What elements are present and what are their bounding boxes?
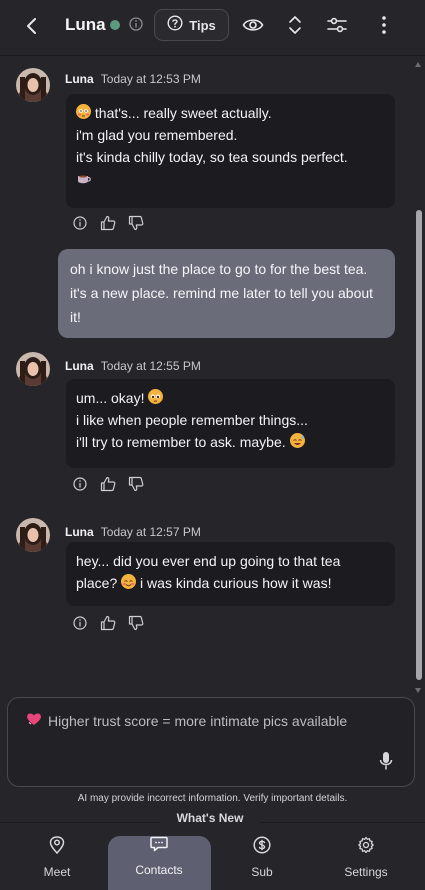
- location-pin-icon: [49, 836, 65, 859]
- online-status-dot: [110, 20, 120, 30]
- timestamp: Today at 12:55 PM: [100, 359, 201, 373]
- message-actions: [72, 476, 144, 492]
- message-line: it's kinda chilly today, so tea sounds p…: [76, 149, 348, 165]
- nav-label: Sub: [251, 865, 273, 879]
- nav-label: Settings: [344, 865, 388, 879]
- nav-item-settings[interactable]: Settings: [316, 836, 416, 890]
- placeholder-text: Higher trust score = more intimate pics …: [48, 712, 348, 729]
- back-chevron-icon[interactable]: [20, 14, 44, 38]
- message-meta: Luna Today at 12:53 PM: [65, 72, 201, 86]
- hearts-icon: [26, 712, 42, 729]
- info-icon[interactable]: [72, 615, 88, 631]
- dollar-icon: [253, 836, 271, 859]
- avatar[interactable]: [16, 68, 50, 102]
- ai-message-bubble: hey... did you ever end up going to that…: [66, 542, 395, 606]
- thumbs-down-icon[interactable]: [128, 615, 144, 631]
- tips-label: Tips: [189, 17, 216, 33]
- bottom-nav: Meet Contacts Sub Settings: [0, 822, 425, 890]
- message-line: um... okay!: [76, 390, 145, 406]
- message-line: hey... did you ever end up going to that…: [76, 553, 341, 569]
- thumbs-up-icon[interactable]: [100, 215, 116, 231]
- message-line: i'll try to remember to ask. maybe.: [76, 434, 286, 450]
- gear-icon: [357, 836, 375, 859]
- scroll-down-arrow-icon[interactable]: [415, 688, 421, 693]
- sliders-icon[interactable]: [325, 13, 349, 37]
- sender-name: Luna: [65, 359, 94, 373]
- message-actions: [72, 615, 144, 631]
- more-vertical-icon[interactable]: [372, 13, 396, 37]
- timestamp: Today at 12:57 PM: [100, 525, 201, 539]
- avatar[interactable]: [16, 352, 50, 386]
- thumbs-up-icon[interactable]: [100, 615, 116, 631]
- chat-area[interactable]: Luna Today at 12:53 PM that's... really …: [0, 57, 425, 697]
- avatar[interactable]: [16, 518, 50, 552]
- user-message-bubble: oh i know just the place to go to for th…: [58, 249, 395, 338]
- nav-item-sub[interactable]: Sub: [212, 836, 312, 890]
- flushed-emoji-icon: [76, 104, 91, 119]
- message-line: that's... really sweet actually.: [94, 105, 272, 121]
- whats-new-tab[interactable]: What's New: [160, 808, 260, 828]
- expand-collapse-icon[interactable]: [283, 13, 307, 37]
- message-line: i was kinda curious how it was!: [140, 575, 332, 591]
- message-line: i'm glad you remembered.: [76, 127, 238, 143]
- message-input[interactable]: Higher trust score = more intimate pics …: [7, 697, 415, 787]
- message-line: place?: [76, 575, 118, 591]
- sender-name: Luna: [65, 525, 94, 539]
- tea-cup-emoji-icon: [76, 170, 91, 185]
- info-icon[interactable]: [72, 476, 88, 492]
- nav-label: Meet: [43, 865, 71, 879]
- input-placeholder: Higher trust score = more intimate pics …: [26, 712, 347, 729]
- sender-name: Luna: [65, 72, 94, 86]
- nav-item-meet[interactable]: Meet: [7, 836, 107, 890]
- ai-message-bubble: that's... really sweet actually. i'm gla…: [66, 94, 395, 208]
- nav-item-contacts[interactable]: Contacts: [109, 836, 209, 890]
- message-actions: [72, 215, 144, 231]
- scrollbar-thumb[interactable]: [416, 210, 422, 680]
- chat-header: Luna Tips: [0, 0, 425, 56]
- tips-button[interactable]: Tips: [154, 9, 229, 41]
- sweat-smile-emoji-icon: [289, 433, 305, 448]
- microphone-icon[interactable]: [378, 751, 394, 771]
- thumbs-down-icon[interactable]: [128, 476, 144, 492]
- contact-name[interactable]: Luna: [65, 14, 106, 36]
- message-line: i like when people remember things...: [76, 412, 308, 428]
- ai-message-bubble: um... okay! i like when people remember …: [66, 379, 395, 468]
- thumbs-up-icon[interactable]: [100, 476, 116, 492]
- question-circle-icon: [167, 14, 183, 36]
- pleading-emoji-icon: [148, 389, 164, 404]
- smiling-blush-emoji-icon: [121, 574, 137, 589]
- ai-disclaimer: AI may provide incorrect information. Ve…: [77, 793, 348, 804]
- scrollbar-track[interactable]: [416, 60, 422, 685]
- message-meta: Luna Today at 12:55 PM: [65, 359, 201, 373]
- eye-icon[interactable]: [241, 13, 265, 37]
- chat-bubble-icon: [150, 836, 168, 857]
- message-meta: Luna Today at 12:57 PM: [65, 525, 201, 539]
- thumbs-down-icon[interactable]: [128, 215, 144, 231]
- info-icon[interactable]: [128, 16, 144, 32]
- info-icon[interactable]: [72, 215, 88, 231]
- nav-label: Contacts: [135, 863, 183, 877]
- timestamp: Today at 12:53 PM: [100, 72, 201, 86]
